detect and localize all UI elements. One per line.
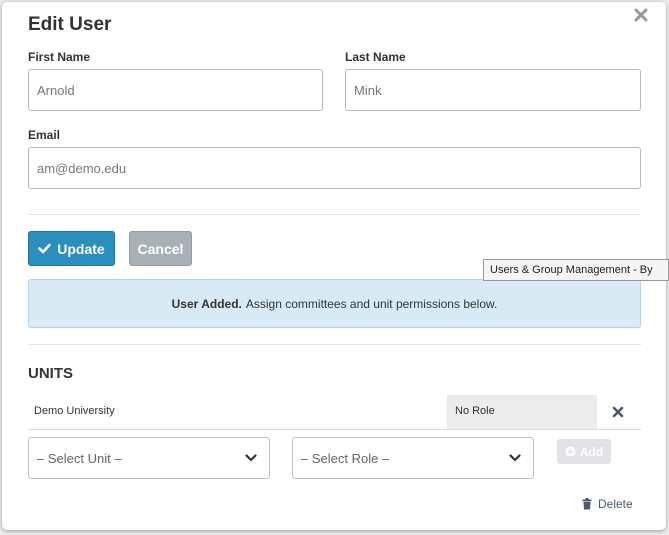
email-value: am@demo.edu — [37, 160, 127, 176]
alert-bold-text: User Added. — [171, 296, 242, 311]
trash-icon — [582, 498, 592, 510]
delete-label: Delete — [598, 497, 633, 511]
units-heading: UNITS — [28, 365, 73, 382]
first-name-value: Arnold — [37, 82, 75, 98]
select-unit-dropdown[interactable]: – Select Unit – — [28, 437, 270, 479]
divider — [28, 344, 641, 345]
email-field[interactable]: am@demo.edu — [28, 147, 641, 189]
tooltip: Users & Group Management - By — [483, 259, 669, 281]
update-label: Update — [57, 240, 105, 257]
select-role-placeholder: – Select Role – — [301, 450, 390, 466]
update-button[interactable]: Update — [28, 231, 115, 266]
last-name-field[interactable]: Mink — [345, 69, 641, 111]
email-label: Email — [28, 128, 61, 142]
chevron-down-icon — [245, 454, 257, 462]
delete-button[interactable]: Delete — [582, 497, 633, 511]
cancel-label: Cancel — [137, 240, 184, 257]
remove-unit-icon[interactable] — [611, 405, 625, 419]
first-name-label: First Name — [28, 50, 91, 64]
divider — [28, 214, 641, 215]
last-name-value: Mink — [354, 82, 382, 98]
first-name-field[interactable]: Arnold — [28, 69, 323, 111]
unit-row: Demo University No Role — [28, 395, 641, 430]
plus-circle-icon — [565, 446, 576, 457]
cancel-button[interactable]: Cancel — [129, 231, 192, 266]
select-role-dropdown[interactable]: – Select Role – — [292, 437, 534, 479]
unit-name: Demo University — [34, 405, 115, 417]
select-unit-placeholder: – Select Unit – — [37, 450, 122, 466]
modal-title: Edit User — [28, 14, 112, 35]
status-alert: User Added. Assign committees and unit p… — [28, 279, 641, 328]
add-unit-button[interactable]: Add — [557, 439, 611, 464]
add-label: Add — [579, 444, 604, 459]
unit-role: No Role — [447, 395, 597, 429]
check-icon — [38, 243, 52, 254]
chevron-down-icon — [509, 454, 521, 462]
last-name-label: Last Name — [345, 50, 406, 64]
close-icon[interactable] — [632, 4, 650, 26]
alert-text: Assign committees and unit permissions b… — [245, 296, 498, 311]
